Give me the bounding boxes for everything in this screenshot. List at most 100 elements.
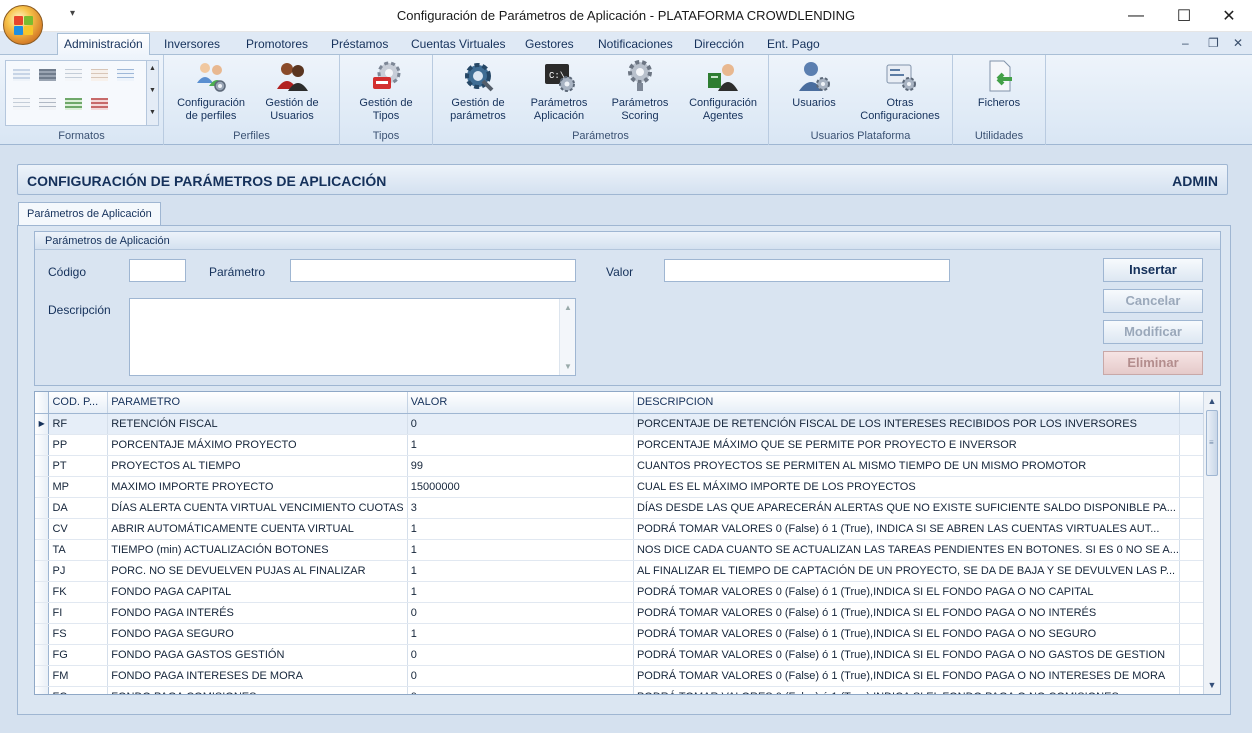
- cell-descripcion[interactable]: PORCENTAJE DE RETENCIÓN FISCAL DE LOS IN…: [633, 413, 1180, 435]
- cell-descripcion[interactable]: PODRÁ TOMAR VALORES 0 (False) ó 1 (True)…: [633, 665, 1180, 687]
- cell-parametro[interactable]: ABRIR AUTOMÁTICAMENTE CUENTA VIRTUAL: [107, 518, 408, 540]
- cell-valor[interactable]: 15000000: [407, 476, 634, 498]
- cell-codigo[interactable]: FM: [48, 665, 109, 687]
- row-header[interactable]: [35, 665, 50, 687]
- codigo-input[interactable]: [129, 259, 186, 282]
- format-swatch[interactable]: [91, 69, 108, 81]
- application-menu-button[interactable]: [3, 5, 43, 45]
- cell-descripcion[interactable]: PODRÁ TOMAR VALORES 0 (False) ó 1 (True)…: [633, 518, 1180, 540]
- scrollbar-thumb[interactable]: ≡: [1206, 410, 1218, 476]
- cell-valor[interactable]: 1: [407, 539, 634, 561]
- eliminar-button[interactable]: Eliminar: [1103, 351, 1203, 375]
- cell-valor[interactable]: 1: [407, 518, 634, 540]
- cell-parametro[interactable]: FONDO PAGA CAPITAL: [107, 581, 408, 603]
- column-header-codigo[interactable]: COD. P...: [48, 392, 109, 414]
- table-row[interactable]: FK FONDO PAGA CAPITAL 1 PODRÁ TOMAR VALORES…: [35, 581, 1220, 603]
- current-row-indicator-icon[interactable]: ▶: [35, 413, 50, 435]
- row-header[interactable]: [35, 455, 50, 477]
- cell-valor[interactable]: 99: [407, 455, 634, 477]
- parameters-grid[interactable]: COD. P... PARAMETRO VALOR DESCRIPCION ▶ R…: [34, 391, 1221, 695]
- cell-parametro[interactable]: RETENCIÓN FISCAL: [107, 413, 408, 435]
- format-swatch[interactable]: [117, 69, 134, 81]
- cell-descripcion[interactable]: DÍAS DESDE LAS QUE APARECERÁN ALERTAS QU…: [633, 497, 1180, 519]
- row-header[interactable]: [35, 434, 50, 456]
- gallery-expand-icon[interactable]: ▼: [149, 109, 156, 116]
- tab-direccion[interactable]: Dirección: [688, 35, 750, 55]
- cell-codigo[interactable]: CV: [48, 518, 109, 540]
- tab-cuentas-virtuales[interactable]: Cuentas Virtuales: [405, 35, 512, 55]
- cell-descripcion[interactable]: CUAL ES EL MÁXIMO IMPORTE DE LOS PROYECT…: [633, 476, 1180, 498]
- row-header[interactable]: [35, 560, 50, 582]
- row-header[interactable]: [35, 581, 50, 603]
- row-header[interactable]: [35, 539, 50, 561]
- cell-parametro[interactable]: PROYECTOS AL TIEMPO: [107, 455, 408, 477]
- configuracion-agentes-button[interactable]: Configuración Agentes: [683, 59, 763, 123]
- chevron-down-icon[interactable]: ▼: [1204, 677, 1220, 693]
- cell-descripcion[interactable]: CUANTOS PROYECTOS SE PERMITEN AL MISMO T…: [633, 455, 1180, 477]
- table-row[interactable]: FCFONDO PAGA COMISIONES0PODRÁ TOMAR VALO…: [35, 686, 1220, 694]
- cell-descripcion[interactable]: PODRÁ TOMAR VALORES 0 (False) ó 1 (True)…: [633, 644, 1180, 666]
- cell-descripcion[interactable]: PODRÁ TOMAR VALORES 0 (False) ó 1 (True)…: [633, 602, 1180, 624]
- ficheros-button[interactable]: Ficheros: [965, 59, 1033, 110]
- parametro-input[interactable]: [290, 259, 576, 282]
- cell-valor[interactable]: 1: [407, 560, 634, 582]
- chevron-up-icon[interactable]: ▲: [564, 303, 572, 312]
- configuracion-perfiles-button[interactable]: Configuración de perfiles: [172, 59, 250, 123]
- tab-notificaciones[interactable]: Notificaciones: [592, 35, 679, 55]
- cell-valor[interactable]: 0: [407, 602, 634, 624]
- cell-codigo[interactable]: PJ: [48, 560, 109, 582]
- format-swatch[interactable]: [39, 98, 56, 110]
- cell-codigo[interactable]: PP: [48, 434, 109, 456]
- cell-codigo[interactable]: FI: [48, 602, 109, 624]
- table-row[interactable]: CV ABRIR AUTOMÁTICAMENTE CUENTA VIRTUAL 1 P…: [35, 518, 1220, 540]
- tab-inversores[interactable]: Inversores: [158, 35, 226, 55]
- cell-descripcion[interactable]: PODRÁ TOMAR VALORES 0 (False) ó 1 (True)…: [633, 623, 1180, 645]
- format-swatch[interactable]: [65, 98, 82, 110]
- table-row[interactable]: PP PORCENTAJE MÁXIMO PROYECTO 1 PORCENTAJE …: [35, 434, 1220, 456]
- parametros-aplicacion-button[interactable]: C:\ Parámetros Aplicación: [521, 59, 597, 123]
- format-swatch[interactable]: [65, 69, 82, 81]
- cell-codigo[interactable]: FS: [48, 623, 109, 645]
- row-header[interactable]: [35, 497, 50, 519]
- cell-codigo[interactable]: FG: [48, 644, 109, 666]
- cell-valor[interactable]: 1: [407, 581, 634, 603]
- cell-parametro[interactable]: MAXIMO IMPORTE PROYECTO: [107, 476, 408, 498]
- table-row[interactable]: ▶ RF RETENCIÓN FISCAL 0 PORCENTAJE DE RETENC…: [35, 413, 1220, 435]
- cell-parametro[interactable]: FONDO PAGA INTERÉS: [107, 602, 408, 624]
- cell-codigo[interactable]: PT: [48, 455, 109, 477]
- cell-codigo[interactable]: RF: [48, 413, 109, 435]
- format-swatch[interactable]: [91, 98, 108, 110]
- valor-input[interactable]: [664, 259, 950, 282]
- chevron-up-icon[interactable]: ▲: [149, 65, 156, 72]
- tab-administracion[interactable]: Administración: [57, 33, 150, 56]
- gallery-scrollbar[interactable]: ▲ ▼ ▼: [146, 61, 158, 125]
- maximize-button[interactable]: ☐: [1161, 0, 1207, 32]
- column-header-descripcion[interactable]: DESCRIPCION: [633, 392, 1180, 414]
- row-header[interactable]: [35, 623, 50, 645]
- cell-descripcion[interactable]: PORCENTAJE MÁXIMO QUE SE PERMITE POR PRO…: [633, 434, 1180, 456]
- cell-parametro[interactable]: FONDO PAGA COMISIONES: [107, 686, 408, 694]
- cell-parametro[interactable]: FONDO PAGA SEGURO: [107, 623, 408, 645]
- row-header[interactable]: [35, 686, 50, 694]
- cell-codigo[interactable]: FK: [48, 581, 109, 603]
- table-row[interactable]: PT PROYECTOS AL TIEMPO 99 CUANTOS PROYECTOS…: [35, 455, 1220, 477]
- cell-valor[interactable]: 1: [407, 434, 634, 456]
- grid-vertical-scrollbar[interactable]: ▲ ≡ ▼: [1203, 392, 1220, 694]
- cell-parametro[interactable]: PORC. NO SE DEVUELVEN PUJAS AL FINALIZAR: [107, 560, 408, 582]
- chevron-down-icon[interactable]: ▼: [564, 362, 572, 371]
- tab-ent-pago[interactable]: Ent. Pago: [761, 35, 826, 55]
- cell-parametro[interactable]: DÍAS ALERTA CUENTA VIRTUAL VENCIMIENTO C…: [107, 497, 408, 519]
- close-button[interactable]: ✕: [1206, 0, 1252, 32]
- tab-promotores[interactable]: Promotores: [240, 35, 314, 55]
- format-swatch[interactable]: [13, 98, 30, 110]
- cancelar-button[interactable]: Cancelar: [1103, 289, 1203, 313]
- gestion-usuarios-button[interactable]: Gestión de Usuarios: [258, 59, 326, 123]
- cell-valor[interactable]: 0: [407, 665, 634, 687]
- cell-valor[interactable]: 0: [407, 686, 634, 694]
- cell-parametro[interactable]: TIEMPO (min) ACTUALIZACIÓN BOTONES: [107, 539, 408, 561]
- table-row[interactable]: DA DÍAS ALERTA CUENTA VIRTUAL VENCIMIENTO…: [35, 497, 1220, 519]
- chevron-down-icon[interactable]: ▼: [149, 87, 156, 94]
- tab-prestamos[interactable]: Préstamos: [325, 35, 394, 55]
- table-row[interactable]: PJ PORC. NO SE DEVUELVEN PUJAS AL FINALIZ…: [35, 560, 1220, 582]
- cell-valor[interactable]: 0: [407, 413, 634, 435]
